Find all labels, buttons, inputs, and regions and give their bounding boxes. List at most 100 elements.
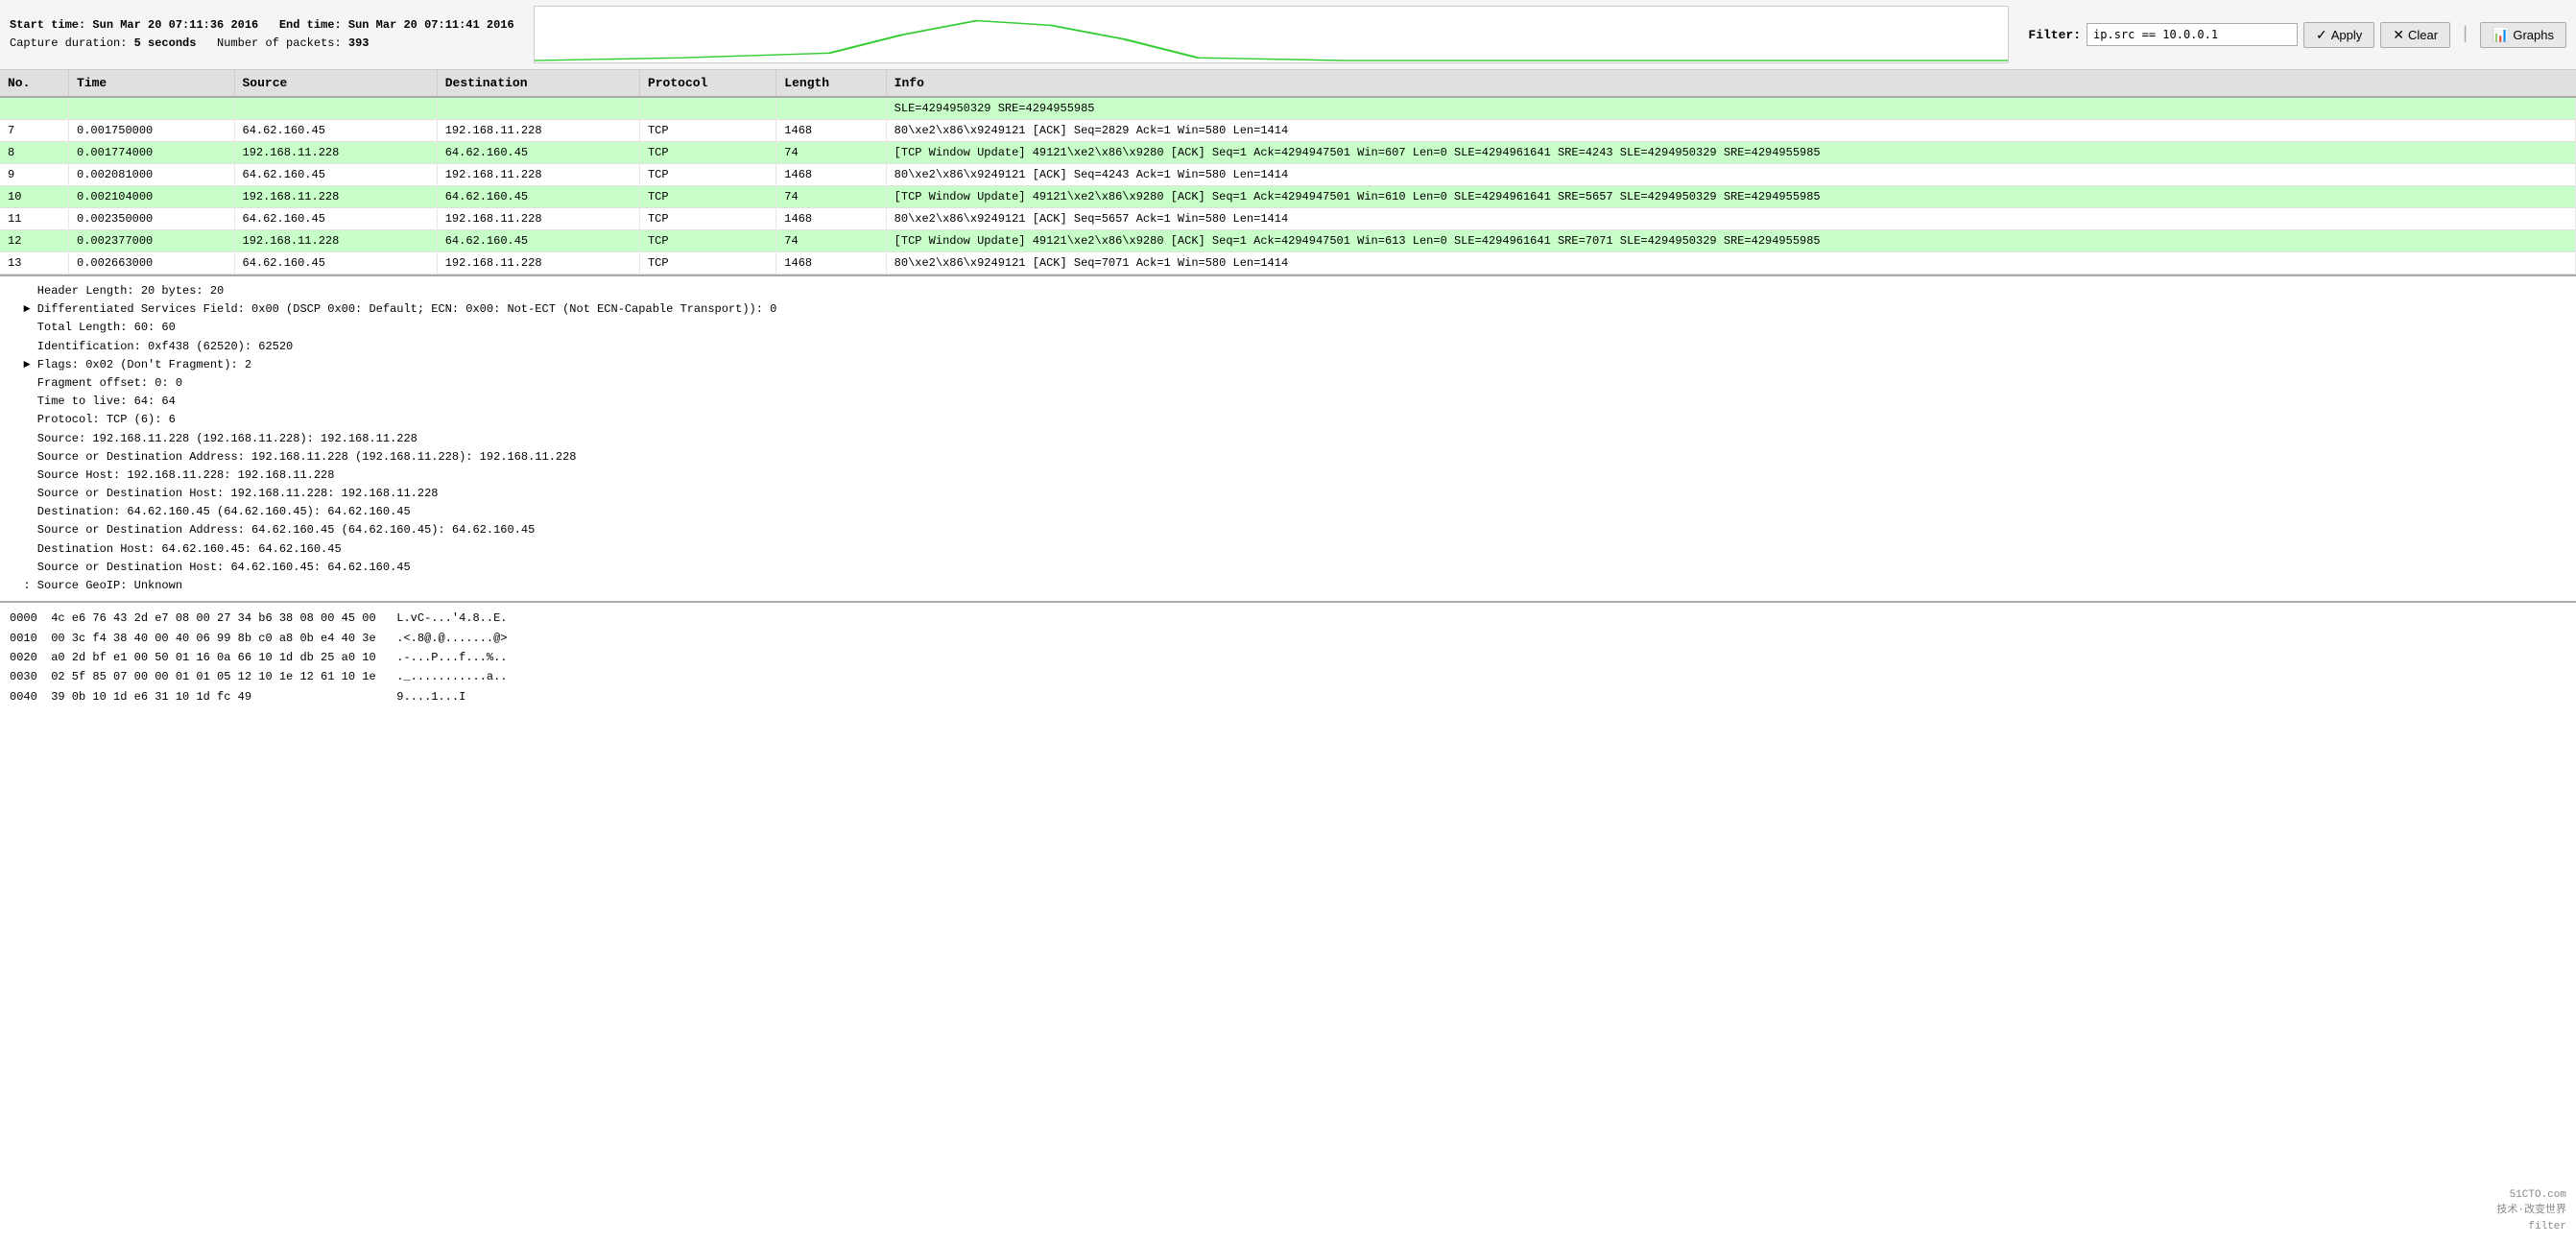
cell-source: [234, 97, 437, 120]
cell-destination: [437, 97, 639, 120]
cell-protocol: TCP: [639, 164, 775, 186]
cell-no: 13: [0, 252, 69, 275]
col-header-time: Time: [69, 70, 234, 97]
capture-duration-value: 5 seconds: [134, 36, 197, 50]
cell-source: 64.62.160.45: [234, 120, 437, 142]
cell-time: 0.002350000: [69, 208, 234, 230]
cell-source: 192.168.11.228: [234, 230, 437, 252]
cell-destination: 192.168.11.228: [437, 208, 639, 230]
table-header-row: No. Time Source Destination Protocol Len…: [0, 70, 2576, 97]
detail-line: Fragment offset: 0: 0: [10, 374, 2566, 393]
cell-time: 0.001774000: [69, 142, 234, 164]
start-value: Sun Mar 20 07:11:36 2016: [92, 18, 258, 32]
cell-destination: 64.62.160.45: [437, 186, 639, 208]
packet-table: No. Time Source Destination Protocol Len…: [0, 70, 2576, 275]
cell-no: 11: [0, 208, 69, 230]
cell-info: [TCP Window Update] 49121\xe2\x86\x9280 …: [886, 230, 2575, 252]
cell-no: 12: [0, 230, 69, 252]
end-label: End time:: [279, 18, 342, 32]
cell-length: 74: [776, 142, 886, 164]
cell-time: 0.002081000: [69, 164, 234, 186]
table-row[interactable]: 130.00266300064.62.160.45192.168.11.228T…: [0, 252, 2576, 275]
table-row[interactable]: 120.002377000192.168.11.22864.62.160.45T…: [0, 230, 2576, 252]
watermark-line2: 技术·改变世界: [2496, 1203, 2566, 1219]
start-label: Start time:: [10, 18, 85, 32]
cell-length: 1468: [776, 208, 886, 230]
watermark: 51CTO.com 技术·改变世界 filter: [2496, 1187, 2566, 1235]
detail-line: Destination: 64.62.160.45 (64.62.160.45)…: [10, 503, 2566, 521]
cell-protocol: TCP: [639, 120, 775, 142]
clear-button[interactable]: ✕ Clear: [2380, 22, 2450, 48]
cell-no: 10: [0, 186, 69, 208]
graphs-icon: 📊: [2493, 27, 2509, 43]
detail-line: Identification: 0xf438 (62520): 62520: [10, 338, 2566, 356]
col-header-info: Info: [886, 70, 2575, 97]
apply-label: Apply: [2331, 28, 2363, 42]
cell-source: 64.62.160.45: [234, 164, 437, 186]
cell-time: 0.002377000: [69, 230, 234, 252]
capture-duration-label: Capture duration:: [10, 36, 127, 50]
detail-line: Total Length: 60: 60: [10, 319, 2566, 337]
cell-length: 1468: [776, 164, 886, 186]
detail-line: Source or Destination Host: 64.62.160.45…: [10, 559, 2566, 577]
cell-info: 80\xe2\x86\x9249121 [ACK] Seq=5657 Ack=1…: [886, 208, 2575, 230]
cell-time: 0.001750000: [69, 120, 234, 142]
packets-value: 393: [348, 36, 370, 50]
hex-line: 0030 02 5f 85 07 00 00 01 01 05 12 10 1e…: [10, 667, 2566, 686]
table-row[interactable]: 100.002104000192.168.11.22864.62.160.45T…: [0, 186, 2576, 208]
cell-length: 74: [776, 230, 886, 252]
cell-length: [776, 97, 886, 120]
col-header-source: Source: [234, 70, 437, 97]
detail-line: ► Flags: 0x02 (Don't Fragment): 2: [10, 356, 2566, 374]
end-value: Sun Mar 20 07:11:41 2016: [348, 18, 514, 32]
cell-protocol: TCP: [639, 142, 775, 164]
detail-line: ► Differentiated Services Field: 0x00 (D…: [10, 300, 2566, 319]
cell-length: 1468: [776, 252, 886, 275]
cell-info: 80\xe2\x86\x9249121 [ACK] Seq=4243 Ack=1…: [886, 164, 2575, 186]
apply-button[interactable]: ✓ Apply: [2303, 22, 2374, 48]
detail-line: Time to live: 64: 64: [10, 393, 2566, 411]
col-header-no: No.: [0, 70, 69, 97]
cell-time: 0.002663000: [69, 252, 234, 275]
detail-line: Source Host: 192.168.11.228: 192.168.11.…: [10, 466, 2566, 485]
detail-line: Source or Destination Address: 64.62.160…: [10, 521, 2566, 539]
hex-line: 0040 39 0b 10 1d e6 31 10 1d fc 49 9....…: [10, 687, 2566, 706]
table-row[interactable]: 70.00175000064.62.160.45192.168.11.228TC…: [0, 120, 2576, 142]
clear-icon: ✕: [2393, 27, 2404, 43]
graphs-label: Graphs: [2513, 28, 2554, 42]
watermark-line3: filter: [2496, 1219, 2566, 1235]
table-row[interactable]: 110.00235000064.62.160.45192.168.11.228T…: [0, 208, 2576, 230]
cell-destination: 192.168.11.228: [437, 252, 639, 275]
cell-info: SLE=4294950329 SRE=4294955985: [886, 97, 2575, 120]
table-row[interactable]: 80.001774000192.168.11.22864.62.160.45TC…: [0, 142, 2576, 164]
packets-label: Number of packets:: [217, 36, 342, 50]
detail-line: Source or Destination Address: 192.168.1…: [10, 448, 2566, 466]
graphs-button[interactable]: 📊 Graphs: [2480, 22, 2566, 48]
header-bar: Start time: Sun Mar 20 07:11:36 2016 End…: [0, 0, 2576, 70]
cell-source: 64.62.160.45: [234, 208, 437, 230]
cell-info: 80\xe2\x86\x9249121 [ACK] Seq=7071 Ack=1…: [886, 252, 2575, 275]
filter-label: Filter:: [2028, 28, 2081, 42]
detail-line: Source: 192.168.11.228 (192.168.11.228):…: [10, 430, 2566, 448]
cell-destination: 64.62.160.45: [437, 142, 639, 164]
filter-input[interactable]: [2087, 23, 2298, 46]
cell-no: [0, 97, 69, 120]
cell-protocol: TCP: [639, 230, 775, 252]
hex-line: 0020 a0 2d bf e1 00 50 01 16 0a 66 10 1d…: [10, 648, 2566, 667]
cell-source: 64.62.160.45: [234, 252, 437, 275]
hex-line: 0010 00 3c f4 38 40 00 40 06 99 8b c0 a8…: [10, 629, 2566, 648]
cell-destination: 192.168.11.228: [437, 120, 639, 142]
table-row[interactable]: 90.00208100064.62.160.45192.168.11.228TC…: [0, 164, 2576, 186]
graph-container: [534, 6, 2010, 63]
cell-protocol: TCP: [639, 252, 775, 275]
detail-pane: Header Length: 20 bytes: 20 ► Differenti…: [0, 275, 2576, 601]
cell-no: 7: [0, 120, 69, 142]
filter-area: Filter: ✓ Apply ✕ Clear | 📊 Graphs: [2028, 22, 2566, 48]
cell-protocol: TCP: [639, 186, 775, 208]
table-row[interactable]: SLE=4294950329 SRE=4294955985: [0, 97, 2576, 120]
cell-destination: 192.168.11.228: [437, 164, 639, 186]
detail-line: Protocol: TCP (6): 6: [10, 411, 2566, 429]
cell-info: [TCP Window Update] 49121\xe2\x86\x9280 …: [886, 142, 2575, 164]
watermark-line1: 51CTO.com: [2496, 1187, 2566, 1204]
packet-tbody: SLE=4294950329 SRE=429495598570.00175000…: [0, 97, 2576, 275]
